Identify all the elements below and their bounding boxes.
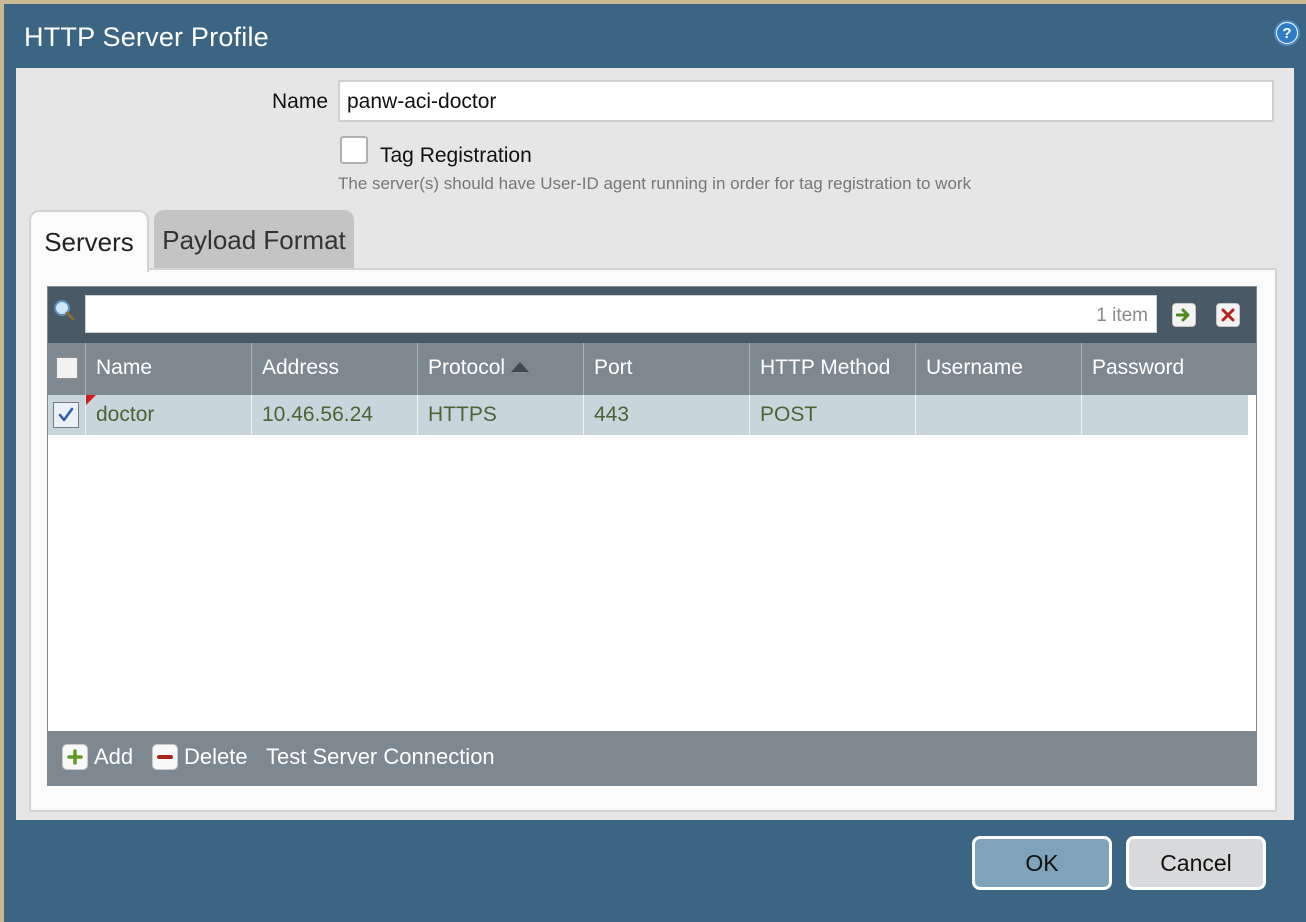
delete-button[interactable]: Delete <box>152 744 248 770</box>
table-row[interactable]: doctor 10.46.56.24 HTTPS 443 POST <box>48 395 1248 435</box>
add-button[interactable]: Add <box>62 744 133 770</box>
column-header-address-label: Address <box>262 356 340 379</box>
column-header-port[interactable]: Port <box>584 343 750 395</box>
item-count: 1 item <box>1096 305 1148 326</box>
tag-registration-help-text: The server(s) should have User-ID agent … <box>338 174 972 193</box>
column-header-http-method[interactable]: HTTP Method <box>750 343 916 395</box>
column-header-http-method-label: HTTP Method <box>760 356 891 379</box>
column-header-port-label: Port <box>594 356 633 379</box>
http-server-profile-dialog: HTTP Server Profile ? Name panw-aci-doct… <box>4 4 1306 922</box>
servers-grid: 1 item Name Address Protocol Port HTTP M… <box>47 286 1257 786</box>
row-select-cell <box>48 395 86 435</box>
grid-footer: Add Delete Test Server Connection <box>48 731 1256 785</box>
tag-registration-checkbox[interactable] <box>340 136 368 164</box>
plus-icon <box>62 744 88 770</box>
cell-http-method: POST <box>750 395 916 435</box>
servers-panel: 1 item Name Address Protocol Port HTTP M… <box>29 268 1277 812</box>
cell-port: 443 <box>584 395 750 435</box>
sort-ascending-icon <box>511 362 530 372</box>
cell-protocol: HTTPS <box>418 395 584 435</box>
minus-icon <box>152 744 178 770</box>
dialog-titlebar[interactable]: HTTP Server Profile ? <box>4 4 1306 72</box>
search-icon <box>54 300 75 321</box>
row-checkbox[interactable] <box>53 402 79 428</box>
column-header-protocol[interactable]: Protocol <box>418 343 584 395</box>
test-server-connection-label: Test Server Connection <box>266 744 495 769</box>
close-icon <box>1221 308 1235 322</box>
tag-registration-label: Tag Registration <box>380 144 532 167</box>
column-header-address[interactable]: Address <box>252 343 418 395</box>
dialog-body: Name panw-aci-doctor Tag Registration Th… <box>16 68 1294 820</box>
select-all-checkbox[interactable] <box>56 357 78 379</box>
add-button-label: Add <box>94 744 134 769</box>
cell-address: 10.46.56.24 <box>252 395 418 435</box>
column-header-name-label: Name <box>96 356 153 379</box>
cell-password <box>1082 395 1248 435</box>
name-label: Name <box>272 90 329 113</box>
name-input[interactable]: panw-aci-doctor <box>338 80 1274 122</box>
search-input[interactable]: 1 item <box>85 295 1157 333</box>
grid-toolbar: 1 item <box>48 287 1256 343</box>
test-server-connection-button[interactable]: Test Server Connection <box>266 744 495 770</box>
column-header-username-label: Username <box>926 356 1023 379</box>
apply-filter-button[interactable] <box>1172 303 1196 327</box>
column-header-password-label: Password <box>1092 356 1185 379</box>
column-header-username[interactable]: Username <box>916 343 1082 395</box>
arrow-right-icon <box>1176 308 1190 322</box>
column-header-name[interactable]: Name <box>86 343 252 395</box>
tab-servers[interactable]: Servers <box>29 210 149 272</box>
cell-name[interactable]: doctor <box>86 395 252 435</box>
delete-button-label: Delete <box>184 744 248 769</box>
help-icon[interactable]: ? <box>1274 20 1300 46</box>
grid-header: Name Address Protocol Port HTTP Method U… <box>48 343 1256 395</box>
tab-payload-format[interactable]: Payload Format <box>154 210 354 270</box>
column-header-protocol-label: Protocol <box>428 356 506 379</box>
cell-username <box>916 395 1082 435</box>
cancel-button[interactable]: Cancel <box>1126 836 1266 890</box>
dialog-title: HTTP Server Profile <box>24 22 269 52</box>
column-header-password[interactable]: Password <box>1082 343 1254 395</box>
checkmark-icon <box>58 407 74 422</box>
select-all-header <box>48 343 86 395</box>
ok-button[interactable]: OK <box>972 836 1112 890</box>
clear-filter-button[interactable] <box>1216 303 1240 327</box>
